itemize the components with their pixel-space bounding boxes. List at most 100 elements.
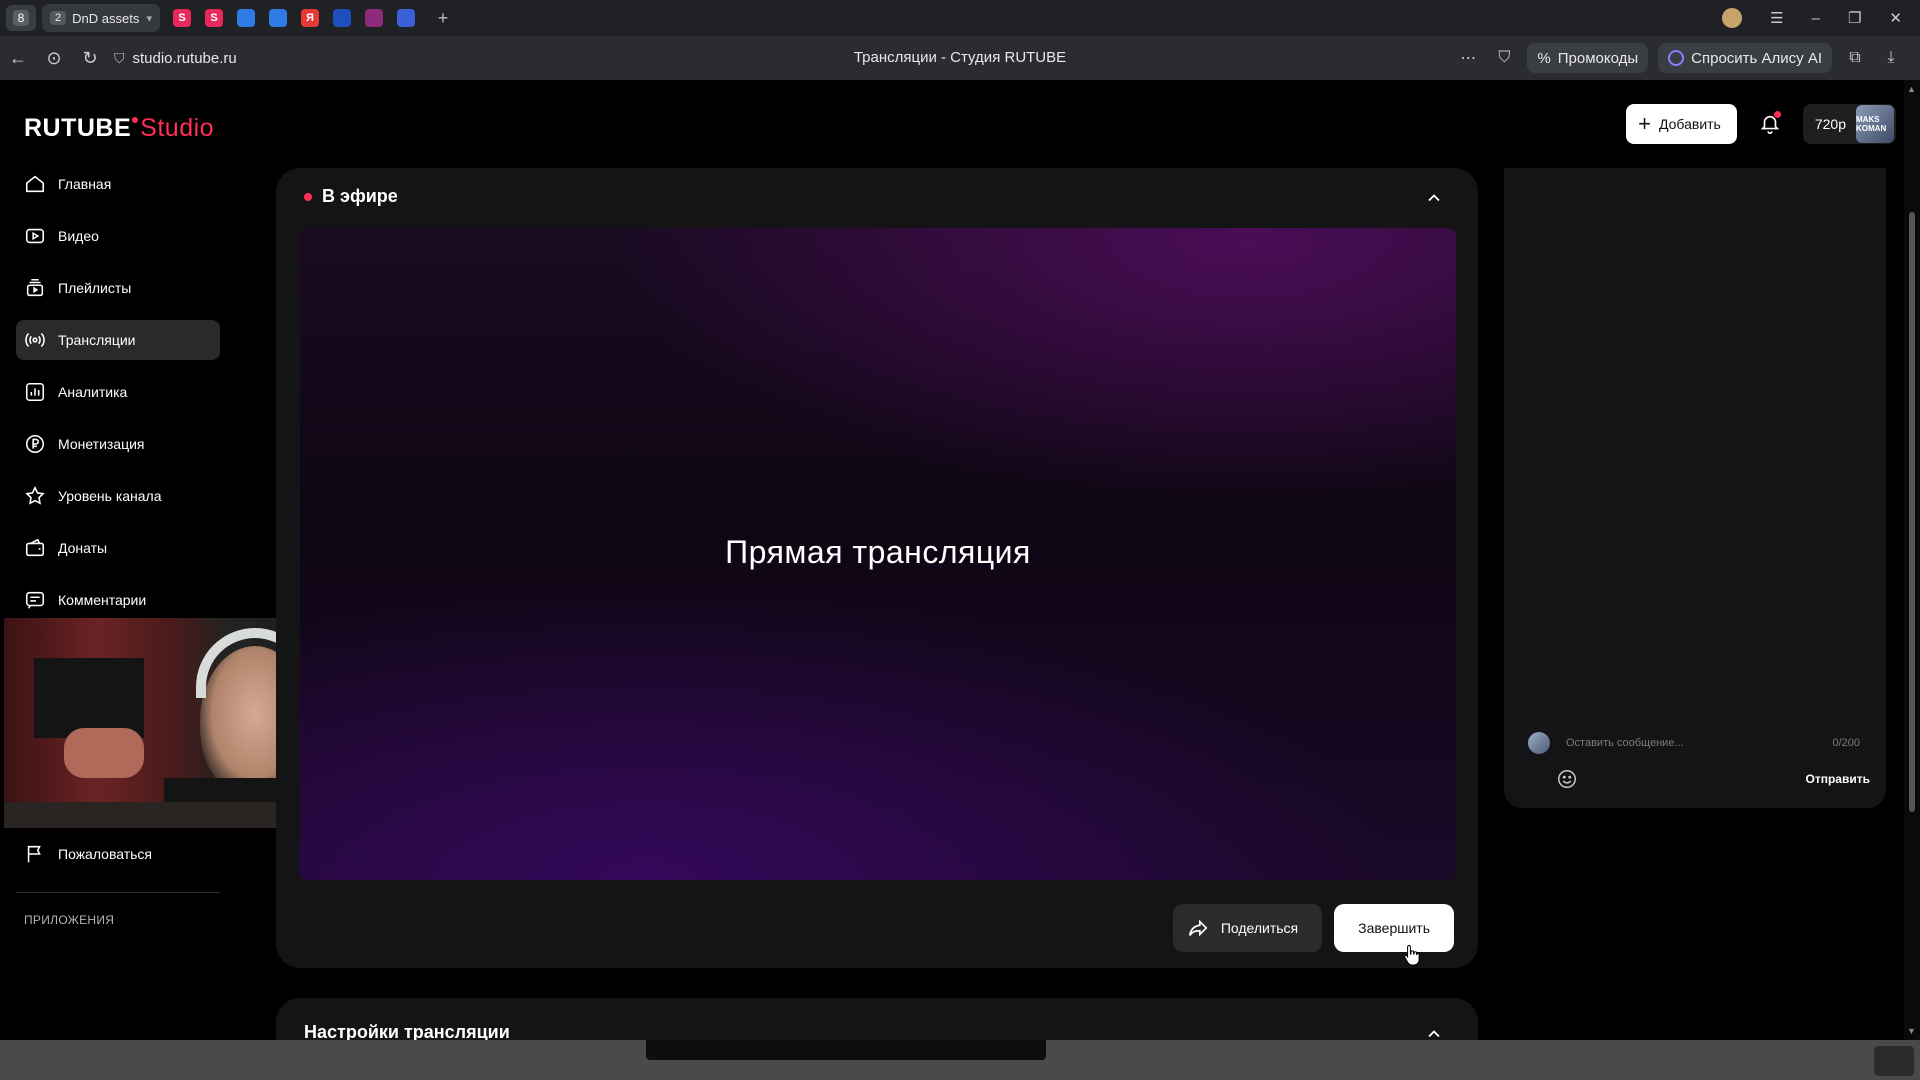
player-title: Прямая трансляция — [725, 534, 1031, 570]
video-player[interactable]: Прямая трансляция — [300, 228, 1456, 880]
pinned-tab[interactable]: Я — [296, 4, 324, 32]
url-field[interactable]: ⛉ studio.rutube.ru — [114, 50, 237, 67]
back-icon[interactable]: ← — [0, 40, 36, 76]
video-icon — [25, 228, 45, 244]
download-icon[interactable]: ⤓ — [1878, 49, 1904, 67]
add-label: Добавить — [1658, 116, 1721, 132]
sidebar-divider — [16, 892, 220, 893]
finish-button[interactable]: Завершить — [1334, 904, 1454, 952]
star-icon — [25, 485, 45, 505]
rutube-studio-icon: S — [205, 9, 223, 27]
playlist-icon — [26, 278, 44, 297]
pinned-tab[interactable]: S — [200, 4, 228, 32]
share-button[interactable]: Поделиться — [1172, 904, 1323, 952]
pinned-tab[interactable] — [328, 4, 356, 32]
pinned-tab[interactable]: S — [168, 4, 196, 32]
pinned-tab[interactable] — [232, 4, 260, 32]
tab-group-badge: 2 — [50, 11, 67, 25]
chevron-up-icon[interactable] — [1424, 188, 1444, 208]
scrollbar-thumb[interactable] — [1909, 212, 1915, 812]
chat-panel: Оставить сообщение... 0/200 Отправить — [1504, 168, 1886, 808]
sidebar-item[interactable]: Видео — [16, 216, 220, 256]
broadcast-icon — [25, 333, 45, 347]
pinned-tab[interactable] — [264, 4, 292, 32]
url-text: studio.rutube.ru — [132, 49, 237, 67]
sidebar-item[interactable]: Трансляции — [16, 320, 220, 360]
hand-cursor-icon — [1404, 944, 1420, 966]
sidebar-item[interactable]: Пожаловаться — [16, 834, 220, 874]
pinned-tab[interactable] — [392, 4, 420, 32]
chevron-down-icon: ▾ — [146, 12, 152, 25]
sidebar-item[interactable]: Аналитика — [16, 372, 220, 412]
tab-count: 8 — [12, 10, 30, 26]
live-status-header: В эфире — [304, 186, 398, 207]
avatar: MAKS KOMAN — [1856, 105, 1894, 143]
sidebar-item[interactable]: Монетизация — [16, 424, 220, 464]
browser-tab-bar: 8 2 DnD assets ▾ SS Я + ☰ – ❐ ✕ — [0, 0, 1920, 36]
pinned-tab[interactable] — [360, 4, 388, 32]
bookmark-icon[interactable]: ⛉ — [1491, 49, 1517, 67]
sidebar-item[interactable]: Уровень канала — [16, 476, 220, 516]
sidebar-item[interactable]: Донаты — [16, 528, 220, 568]
sidebar-item-label: Комментарии — [58, 592, 147, 608]
sidebar-item-label: Монетизация — [58, 436, 145, 452]
sidebar-item[interactable]: Комментарии — [16, 580, 220, 620]
tab-group-dnd-assets[interactable]: 2 DnD assets ▾ — [42, 4, 160, 32]
home-icon — [25, 175, 45, 193]
close-icon[interactable]: ✕ — [1889, 9, 1902, 27]
scroll-down-icon[interactable]: ▼ — [1907, 1026, 1916, 1036]
yandex-icon: Я — [301, 9, 319, 27]
taskbar-dock — [646, 1040, 1046, 1060]
sidebar-item-label: Уровень канала — [58, 488, 162, 504]
percent-icon: % — [1537, 49, 1551, 67]
add-button[interactable]: + Добавить — [1626, 104, 1737, 144]
analytics-icon — [25, 382, 45, 402]
plus-icon: + — [1638, 111, 1651, 136]
collections-icon[interactable]: ⧉ — [1842, 49, 1868, 67]
shield-icon: ⛉ — [114, 49, 125, 66]
emoji-icon[interactable] — [1556, 768, 1578, 790]
reload-icon[interactable]: ↻ — [72, 40, 108, 76]
logo-dot — [132, 117, 139, 123]
sidebar-item-label: Видео — [58, 228, 99, 244]
minimize-icon[interactable]: – — [1812, 10, 1820, 27]
chat-counter: 0/200 — [1832, 737, 1860, 749]
webcam-hand — [64, 728, 144, 778]
rutube-studio-icon: S — [173, 9, 191, 27]
more-icon[interactable]: ⋯ — [1455, 48, 1481, 68]
menu-icon[interactable]: ☰ — [1770, 9, 1783, 27]
flag-icon — [27, 845, 41, 863]
comment-icon — [25, 591, 45, 609]
protect-icon[interactable]: ⊙ — [36, 40, 72, 76]
alice-icon — [1668, 50, 1685, 66]
messenger-icon — [269, 9, 287, 27]
address-bar: ← ⊙ ↻ ⛉ studio.rutube.ru Трансляции - Ст… — [0, 36, 1920, 80]
account-menu-button[interactable]: 720p MAKS KOMAN — [1802, 104, 1896, 144]
tab-count-button[interactable]: 8 — [6, 5, 36, 31]
system-tray-icon[interactable] — [1874, 1046, 1914, 1076]
rutube-studio-logo[interactable]: RUTUBE Studio — [24, 114, 214, 143]
profile-icon[interactable] — [1722, 8, 1743, 28]
webcam-background — [34, 658, 144, 738]
tab-group-label: DnD assets — [72, 10, 140, 26]
notifications-button[interactable] — [1755, 109, 1785, 139]
twitch-like-icon — [365, 9, 383, 27]
page-scrollbar[interactable]: ▲ ▼ — [1904, 80, 1920, 1040]
ruble-icon — [25, 434, 45, 454]
sidebar-item-label: Главная — [58, 176, 112, 192]
send-button[interactable]: Отправить — [1806, 772, 1870, 786]
sidebar-item[interactable]: Плейлисты — [16, 268, 220, 308]
promo-button[interactable]: % Промокоды — [1527, 43, 1649, 73]
restore-icon[interactable]: ❐ — [1848, 9, 1861, 27]
scroll-up-icon[interactable]: ▲ — [1907, 84, 1916, 94]
chat-message-input[interactable]: Оставить сообщение... 0/200 — [1558, 728, 1868, 758]
sidebar-item[interactable]: Главная — [16, 164, 220, 204]
sidebar-item-label: Плейлисты — [58, 280, 132, 296]
quality-label: 720p — [1814, 116, 1846, 132]
new-tab-button[interactable]: + — [430, 5, 456, 31]
ask-alice-button[interactable]: Спросить Алису AI — [1658, 43, 1832, 73]
mail-icon — [237, 9, 255, 27]
live-status: В эфире — [322, 186, 398, 206]
finish-label: Завершить — [1358, 920, 1430, 936]
ask-alice-label: Спросить Алису AI — [1691, 49, 1822, 67]
